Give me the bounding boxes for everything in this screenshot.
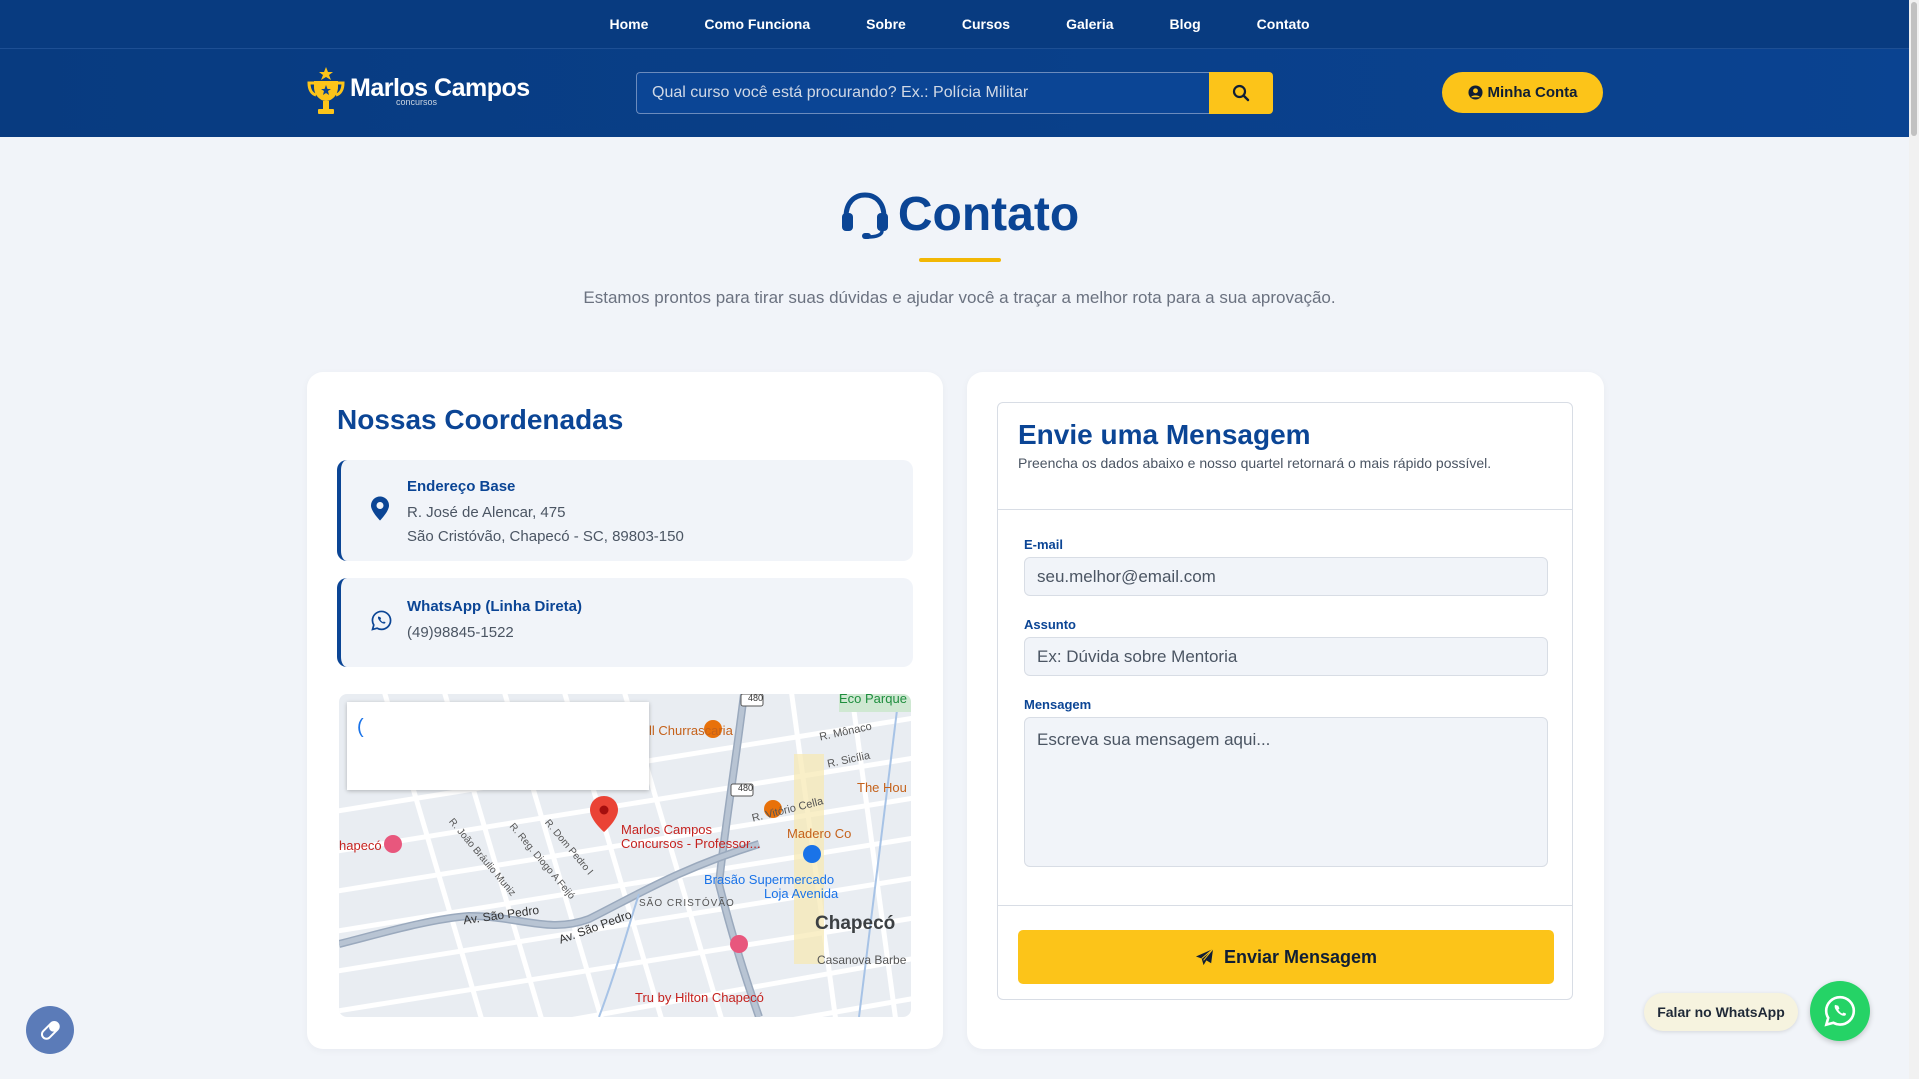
address-line2: São Cristóvão, Chapecó - SC, 89803-150 bbox=[407, 528, 684, 545]
map-label-brasao2: Loja Avenida bbox=[764, 886, 839, 901]
whatsapp-label: WhatsApp (Linha Direta) bbox=[407, 598, 582, 615]
map-label-tru-hilton: Tru by Hilton Chapecó bbox=[635, 990, 764, 1005]
header: Marlos Campos concursos Minha Conta bbox=[0, 49, 1919, 137]
email-label: E-mail bbox=[1024, 537, 1064, 552]
nav-como-funciona[interactable]: Como Funciona bbox=[676, 16, 838, 32]
title-underline bbox=[918, 257, 1001, 262]
account-button-label: Minha Conta bbox=[1487, 84, 1578, 101]
pill-icon bbox=[40, 1020, 60, 1040]
email-field-group: E-mail bbox=[1024, 537, 1548, 596]
account-button[interactable]: Minha Conta bbox=[1442, 72, 1603, 113]
whatsapp-chat-button[interactable] bbox=[1810, 981, 1870, 1041]
whatsapp-icon bbox=[1824, 995, 1856, 1027]
map-label-pin-name1: Marlos Campos bbox=[621, 822, 713, 837]
map-label-chapeco: Chapecó bbox=[815, 913, 896, 934]
user-circle-icon bbox=[1467, 85, 1483, 100]
map-route-480b: 480 bbox=[738, 783, 754, 793]
search-input[interactable] bbox=[636, 72, 1209, 114]
map-label-casanova: Casanova Barbe bbox=[817, 953, 907, 967]
page-scrollbar[interactable] bbox=[1909, 0, 1919, 1079]
accessibility-button[interactable] bbox=[26, 1006, 74, 1054]
nav-cursos[interactable]: Cursos bbox=[934, 16, 1038, 32]
map-info-popup[interactable]: ( bbox=[347, 702, 649, 790]
map-label-house: The Hou bbox=[857, 780, 907, 795]
send-message-label: Enviar Mensagem bbox=[1223, 946, 1378, 967]
whatsapp-number[interactable]: (49)98845-1522 bbox=[407, 621, 582, 645]
map-label-sao-cristovao: SÃO CRISTÓVÃO bbox=[639, 898, 735, 909]
logo[interactable]: Marlos Campos concursos bbox=[306, 65, 530, 117]
subject-field[interactable] bbox=[1024, 637, 1548, 676]
page-title-text: Contato bbox=[897, 188, 1080, 241]
headset-icon bbox=[841, 191, 888, 239]
email-field[interactable] bbox=[1024, 557, 1548, 596]
coordinates-card: Nossas Coordenadas Endereço Base R. José… bbox=[307, 372, 943, 1049]
subject-label: Assunto bbox=[1024, 617, 1076, 632]
search-bar bbox=[636, 72, 1273, 114]
contact-form: Envie uma Mensagem Preencha os dados aba… bbox=[997, 402, 1573, 1000]
map-label-eco-parque: Eco Parque bbox=[839, 694, 907, 706]
nav-home[interactable]: Home bbox=[581, 16, 676, 32]
message-label: Mensagem bbox=[1024, 697, 1092, 712]
whatsapp-icon bbox=[371, 610, 392, 636]
message-field[interactable] bbox=[1024, 717, 1548, 867]
address-box: Endereço Base R. José de Alencar, 475 Sã… bbox=[337, 460, 913, 561]
form-description: Preencha os dados abaixo e nosso quartel… bbox=[1018, 455, 1492, 471]
nav-galeria[interactable]: Galeria bbox=[1038, 16, 1141, 32]
send-message-button[interactable]: Enviar Mensagem bbox=[1018, 930, 1554, 984]
scrollbar-thumb[interactable] bbox=[1911, 2, 1917, 136]
nav-blog[interactable]: Blog bbox=[1142, 16, 1229, 32]
message-field-group: Mensagem bbox=[1024, 697, 1548, 872]
form-divider bbox=[998, 905, 1572, 906]
map-pin-icon bbox=[371, 496, 389, 525]
page-title: Contato bbox=[840, 187, 1079, 242]
form-header: Envie uma Mensagem Preencha os dados aba… bbox=[998, 403, 1572, 510]
top-nav: Home Como Funciona Sobre Cursos Galeria … bbox=[0, 0, 1919, 49]
map-popup-loading: ( bbox=[357, 716, 364, 738]
page-subtitle: Estamos prontos para tirar suas dúvidas … bbox=[583, 287, 1336, 307]
whatsapp-chat-label[interactable]: Falar no WhatsApp bbox=[1644, 993, 1798, 1031]
map-label-pin-name2: Concursos - Professor... bbox=[621, 836, 761, 851]
map-label-brasao1: Brasão Supermercado bbox=[704, 872, 835, 887]
subject-field-group: Assunto bbox=[1024, 617, 1548, 676]
map-route-480a: 480 bbox=[748, 694, 764, 703]
whatsapp-box: WhatsApp (Linha Direta) (49)98845-1522 bbox=[337, 578, 913, 667]
search-button[interactable] bbox=[1209, 72, 1273, 114]
location-map[interactable]: 480 480 Eco Parque ll Churrascaria R. Mô… bbox=[339, 694, 911, 1017]
address-label: Endereço Base bbox=[407, 478, 516, 495]
address-line1: R. José de Alencar, 475 bbox=[407, 504, 566, 521]
nav-contato[interactable]: Contato bbox=[1229, 16, 1338, 32]
map-label-madero: Madero Co bbox=[787, 826, 852, 841]
contact-form-card: Envie uma Mensagem Preencha os dados aba… bbox=[967, 372, 1604, 1049]
form-title: Envie uma Mensagem bbox=[1018, 419, 1311, 450]
trophy-icon bbox=[307, 67, 345, 114]
map-label-chapeco-left: hapecó bbox=[339, 838, 382, 853]
nav-sobre[interactable]: Sobre bbox=[838, 16, 934, 32]
search-icon bbox=[1232, 84, 1250, 102]
logo-text: Marlos Campos bbox=[350, 73, 530, 102]
coordinates-title: Nossas Coordenadas bbox=[337, 404, 624, 435]
hero: Contato Estamos prontos para tirar suas … bbox=[0, 137, 1919, 308]
paper-plane-icon bbox=[1195, 948, 1214, 965]
map-label-churrascaria: ll Churrascaria bbox=[649, 723, 733, 738]
